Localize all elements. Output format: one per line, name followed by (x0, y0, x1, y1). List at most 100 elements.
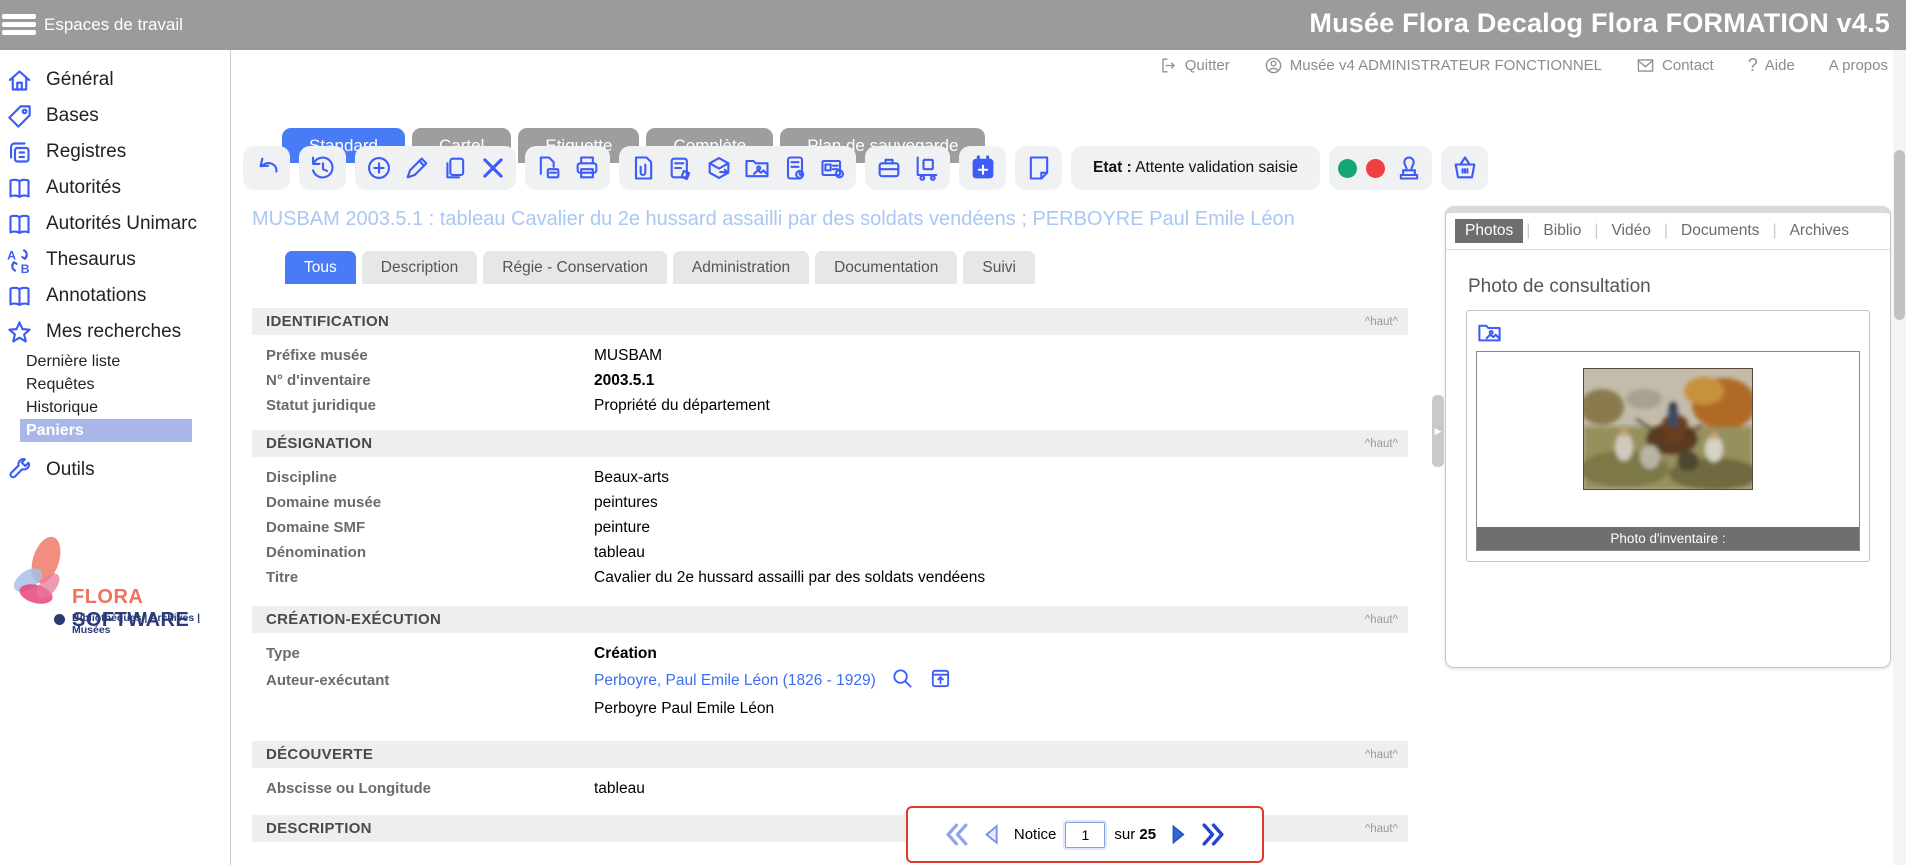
folder-image-icon[interactable] (1476, 319, 1503, 346)
sidebar-item-bases[interactable]: Bases (0, 98, 230, 134)
add-record-button[interactable] (364, 154, 393, 183)
anchor-haut-link[interactable]: ^haut^ (1365, 614, 1398, 626)
help-link[interactable]: ? Aide (1748, 55, 1795, 76)
notice-total: 25 (1139, 826, 1156, 843)
search-icon[interactable] (891, 667, 914, 690)
vertical-scrollbar (1893, 50, 1906, 865)
sidebar-item-general[interactable]: Général (0, 62, 230, 98)
record-title: MUSBAM 2003.5.1 : tableau Cavalier du 2e… (252, 208, 1402, 231)
contact-link[interactable]: Contact (1636, 56, 1714, 75)
media-tab-video[interactable]: Vidéo (1602, 219, 1661, 243)
quit-link[interactable]: Quitter (1159, 56, 1230, 75)
anchor-haut-link[interactable]: ^haut^ (1365, 749, 1398, 761)
next-notice-icon[interactable] (1165, 821, 1189, 848)
current-user[interactable]: Musée v4 ADMINISTRATEUR FONCTIONNEL (1264, 56, 1602, 75)
notice-number-input[interactable] (1065, 822, 1105, 848)
toolbox-button[interactable] (874, 154, 903, 183)
printer-icon (573, 154, 601, 182)
author-authority-link[interactable]: Perboyre, Paul Emile Léon (1826 - 1929) (594, 672, 876, 689)
notice-label: Notice (1014, 826, 1057, 843)
panel-collapse-handle[interactable]: ▶ (1432, 395, 1444, 467)
media-tab-archives[interactable]: Archives (1780, 219, 1859, 243)
duplicate-record-button[interactable] (440, 154, 469, 183)
inventory-calc-button[interactable] (780, 154, 809, 183)
photo-consultation-heading: Photo de consultation (1468, 276, 1890, 298)
tab-administration[interactable]: Administration (673, 251, 809, 284)
svg-text:B: B (21, 261, 30, 273)
trolley-button[interactable] (912, 154, 941, 183)
tab-description[interactable]: Description (362, 251, 478, 284)
previous-notice-icon[interactable] (981, 821, 1005, 848)
sur-label: sur (1114, 826, 1135, 843)
tab-suivi[interactable]: Suivi (963, 251, 1035, 284)
history-button[interactable] (308, 154, 337, 183)
basket-button[interactable] (1450, 154, 1479, 183)
sidebar-sub-historique[interactable]: Historique (20, 396, 192, 419)
print-preview-button[interactable] (534, 154, 563, 183)
media-tab-biblio[interactable]: Biblio (1533, 219, 1591, 243)
field-row: TitreCavalier du 2e hussard assailli par… (252, 565, 1408, 590)
reject-red-dot[interactable] (1366, 159, 1385, 178)
attachments-button[interactable] (628, 154, 657, 183)
about-link[interactable]: A propos (1829, 57, 1888, 74)
logo-dot (54, 614, 65, 625)
photo-box: Photo d'inventaire : (1466, 310, 1870, 562)
hamburger-menu-icon[interactable] (2, 11, 36, 39)
tab-documentation[interactable]: Documentation (815, 251, 957, 284)
tab-regie-conservation[interactable]: Régie - Conservation (483, 251, 667, 284)
field-row: Domaine SMFpeinture (252, 515, 1408, 540)
flora-software-logo: FLORA SOFTWARE Bibliothèques | Archives … (6, 528, 226, 633)
first-notice-icon[interactable] (943, 821, 972, 848)
print-button[interactable] (572, 154, 601, 183)
sidebar-sub-requetes[interactable]: Requêtes (20, 373, 192, 396)
mail-icon (1636, 56, 1655, 75)
edit-record-button[interactable] (402, 154, 431, 183)
sidebar-item-registres[interactable]: Registres (0, 134, 230, 170)
field-row: Statut juridiquePropriété du département (252, 393, 1408, 418)
undo-button[interactable] (252, 154, 281, 183)
delete-record-button[interactable] (478, 154, 507, 183)
star-icon (6, 319, 33, 346)
image-folder-button[interactable] (742, 154, 771, 183)
consultation-photo-thumbnail[interactable] (1583, 368, 1753, 490)
sidebar-item-autorites[interactable]: Autorités (0, 170, 230, 206)
basket-icon (1451, 154, 1479, 182)
app-title: Musée Flora Decalog Flora FORMATION v4.5 (1309, 8, 1890, 39)
logout-icon (1159, 56, 1178, 75)
card-icon (819, 154, 847, 182)
briefcase-icon (875, 154, 903, 182)
edit-list-button[interactable] (666, 154, 695, 183)
anchor-haut-link[interactable]: ^haut^ (1365, 316, 1398, 328)
translate-ab-icon: AB (6, 247, 33, 274)
sidebar-item-annotations[interactable]: Annotations (0, 278, 230, 314)
sidebar-item-outils[interactable]: Outils (0, 452, 230, 488)
scrollbar-thumb[interactable] (1894, 150, 1905, 320)
export-button[interactable] (704, 154, 733, 183)
tab-tous[interactable]: Tous (285, 251, 356, 284)
last-notice-icon[interactable] (1198, 821, 1227, 848)
tag-icon (6, 103, 33, 130)
sidebar-sub-derniere-liste[interactable]: Dernière liste (20, 350, 192, 373)
logo-flora-text: FLORA (72, 586, 143, 608)
sidebar-item-mes-recherches[interactable]: Mes recherches (0, 314, 230, 350)
cards-button[interactable] (818, 154, 847, 183)
trolley-icon (913, 154, 941, 182)
validate-green-dot[interactable] (1338, 159, 1357, 178)
home-icon (6, 67, 33, 94)
sidebar-sub-paniers[interactable]: Paniers (20, 419, 192, 442)
export-box-icon (705, 154, 733, 182)
field-row: Dénominationtableau (252, 540, 1408, 565)
media-tab-documents[interactable]: Documents (1671, 219, 1769, 243)
sidebar-item-thesaurus[interactable]: AB Thesaurus (0, 242, 230, 278)
sidebar-item-autorites-unimarc[interactable]: Autorités Unimarc (0, 206, 230, 242)
open-window-icon[interactable] (929, 667, 952, 690)
media-tab-photos[interactable]: Photos (1455, 219, 1523, 243)
stamp-button[interactable] (1394, 154, 1423, 183)
anchor-haut-link[interactable]: ^haut^ (1365, 823, 1398, 835)
media-panel: Photos | Biblio | Vidéo | Documents | Ar… (1445, 206, 1891, 668)
field-row: TypeCréation (252, 641, 1408, 666)
question-icon: ? (1748, 55, 1758, 76)
note-button[interactable] (1024, 154, 1053, 183)
anchor-haut-link[interactable]: ^haut^ (1365, 438, 1398, 450)
calendar-add-button[interactable] (968, 154, 997, 183)
